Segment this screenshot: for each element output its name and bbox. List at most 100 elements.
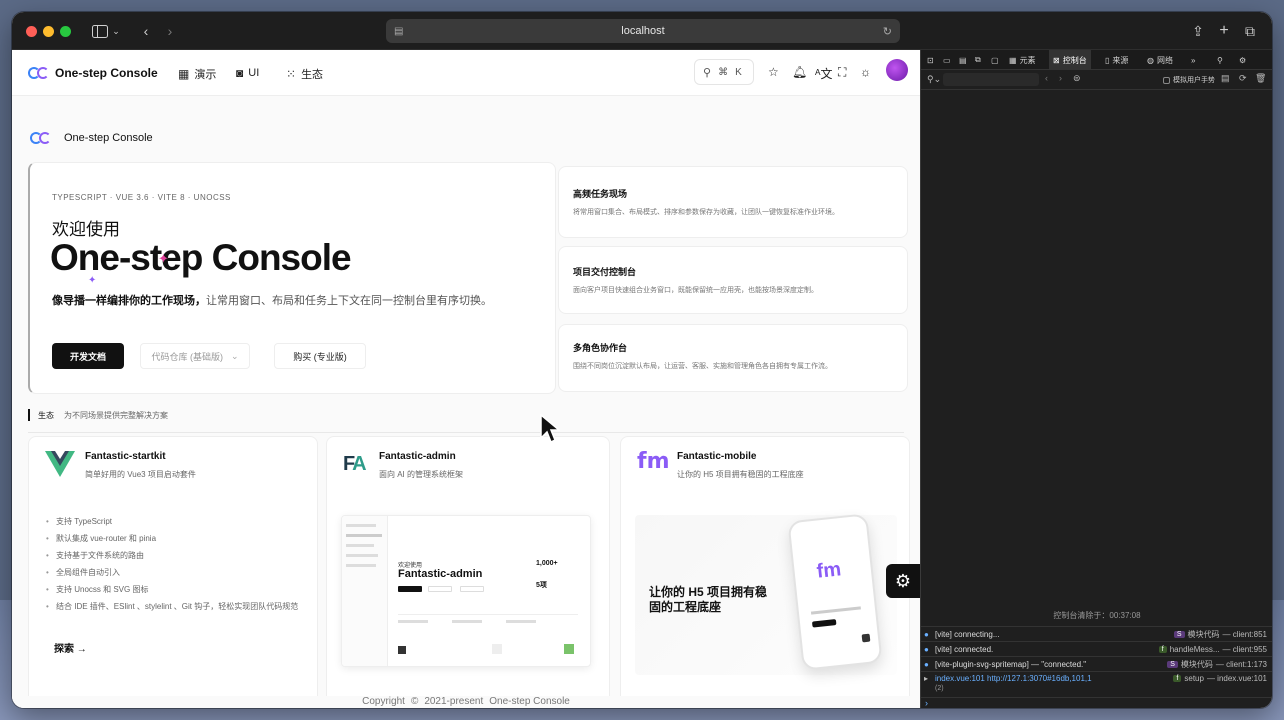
hero-tagline: 像导播一样编排你的工作现场，让常用窗口、布局和任务上下文在同一控制台里有序切换。: [52, 293, 512, 309]
search-icon[interactable]: ⚲: [1217, 50, 1223, 70]
footer-copyright-symbol: ©: [410, 696, 419, 707]
tab-console[interactable]: ⊠ 控制台: [1049, 50, 1091, 70]
address-text: localhost: [621, 25, 665, 37]
filter-icon[interactable]: ⚲⌄: [927, 74, 941, 85]
console-filter-input[interactable]: [943, 73, 1039, 86]
footer-years: 2021-present: [424, 696, 484, 707]
log-text: [vite-plugin-svg-spritemap] — "connected…: [935, 659, 1087, 669]
feature-item: 支持 Unocss 和 SVG 图标: [46, 584, 316, 595]
explore-link[interactable]: 探索 →: [54, 640, 87, 655]
device-toolbar-icon[interactable]: ▭: [943, 50, 951, 70]
user-gesture-checkbox[interactable]: 模拟用户手势: [1163, 75, 1215, 85]
tab-sources[interactable]: ▯ 来源: [1105, 50, 1128, 70]
vue-logo-icon: [45, 451, 75, 477]
console-filterbar: ⚲⌄ ‹ › ⊜ 模拟用户手势 ▤ ⟳ 🗑︎: [921, 70, 1272, 90]
refresh-icon[interactable]: ⟳: [1239, 73, 1247, 84]
footer-brand: One-step Console: [489, 696, 570, 707]
console-icon: ⊠: [1053, 55, 1060, 65]
inspect-icon[interactable]: ⊡: [927, 50, 934, 70]
nav-next-icon[interactable]: ›: [1059, 73, 1062, 83]
settings-gear-button[interactable]: ⚙: [886, 564, 920, 598]
log-icon-blue: ●: [924, 629, 929, 639]
sub-brand-name: One-step Console: [64, 132, 153, 144]
bell-icon[interactable]: 🔔︎: [792, 65, 807, 79]
hero-kicker: TYPESCRIPT · VUE 3.6 · VITE 8 · UNOCSS: [52, 193, 231, 202]
zoom-window-button[interactable]: [60, 26, 71, 37]
product-desc: 简单好用的 Vue3 项目启动套件: [85, 470, 196, 479]
feature-title: 多角色协作台: [573, 343, 628, 353]
elements-icon: ▦: [1009, 55, 1017, 65]
search-button[interactable]: ⚲ ⌘ K: [694, 59, 754, 85]
tab-label: 来源: [1112, 55, 1129, 65]
log-source-chip: f: [1173, 675, 1182, 682]
screen-icon[interactable]: ▢: [991, 50, 999, 70]
tab-label: 控制台: [1062, 55, 1087, 65]
feature-item: 默认集成 vue-router 和 pinia: [46, 533, 316, 544]
repo-label: 代码仓库 (基础版): [151, 351, 223, 362]
theme-icon[interactable]: ☼: [860, 65, 871, 79]
feature-item: 支持 TypeScript: [46, 516, 316, 527]
docs-button[interactable]: 开发文档: [52, 343, 124, 369]
layout-icon[interactable]: ▤: [959, 50, 967, 70]
log-icon[interactable]: ▤: [1221, 73, 1230, 84]
minimize-window-button[interactable]: [43, 26, 54, 37]
log-text[interactable]: index.vue:101 http://127.1:3070#16db,101…: [935, 674, 1092, 683]
sparkle-icon: ✦: [158, 251, 169, 266]
nav-prev-icon[interactable]: ‹: [1045, 73, 1048, 83]
translate-icon[interactable]: ᴬ文: [815, 65, 832, 82]
console-log-row: ● [vite] connected. f handleMess... — clie…: [921, 641, 1272, 656]
nav-ui[interactable]: ◙ UI: [236, 66, 259, 80]
site-footer: Copyright © 2021-present One-step Consol…: [12, 696, 920, 708]
reload-icon[interactable]: ↻: [883, 25, 892, 38]
log-source[interactable]: f setup — index.vue:101: [1173, 674, 1267, 683]
product-desc: 让你的 H5 项目拥有稳固的工程底座: [677, 470, 804, 479]
nav-ecosystem[interactable]: ⁙ 生态: [286, 66, 323, 82]
tagline-bold: 像导播一样编排你的工作现场，: [52, 295, 206, 307]
log-icon-blue: ●: [924, 659, 929, 669]
repo-button[interactable]: 代码仓库 (基础版) ⌄: [140, 343, 250, 369]
log-source[interactable]: f handleMess... — client:955: [1158, 645, 1267, 654]
avatar[interactable]: [886, 59, 908, 81]
fullscreen-icon[interactable]: ⛶: [838, 65, 846, 80]
console-log-row[interactable]: ▸ index.vue:101 http://127.1:3070#16db,1…: [921, 671, 1272, 697]
log-source-chip: S: [1173, 630, 1185, 638]
log-icon-blue: ●: [924, 644, 929, 654]
devtools-panel: ⊡ ▭ ▤ ⧉ ▢ ▦ 元素 ⊠ 控制台 ▯ 来源 ◍ 网络 » ⚲ ⚙ ⚲⌄ ‹ › …: [920, 50, 1272, 708]
sidebar-toggle-icon[interactable]: ⌄: [86, 21, 126, 41]
tab-network[interactable]: ◍ 网络: [1147, 50, 1173, 70]
new-tab-icon[interactable]: +: [1216, 21, 1232, 41]
product-card-admin[interactable]: FA Fantastic-admin 面向 AI 的管理系统框架 欢迎使用 Fa…: [326, 436, 610, 706]
trash-icon[interactable]: 🗑︎: [1255, 73, 1266, 84]
forward-icon[interactable]: ›: [162, 21, 178, 41]
browser-toolbar: ⌄ ‹ › ▤ localhost ↻ ⇪ + ⧉: [12, 12, 1272, 50]
copy-icon[interactable]: ⧉: [975, 50, 981, 70]
nav-demo[interactable]: ▦ 演示: [178, 66, 216, 82]
buy-button[interactable]: 购买 (专业版): [274, 343, 366, 369]
star-icon[interactable]: ☆: [768, 65, 779, 79]
ui-icon: ◙: [236, 66, 244, 80]
close-window-button[interactable]: [26, 26, 37, 37]
more-tabs-icon[interactable]: »: [1191, 50, 1195, 70]
log-source[interactable]: S 模块代码 — client:1:173: [1167, 659, 1267, 670]
share-icon[interactable]: ⇪: [1190, 21, 1206, 41]
ecosystem-desc: 为不同场景提供完整解决方案: [64, 411, 168, 420]
log-source-chip: S: [1167, 660, 1178, 668]
checkbox-label: 模拟用户手势: [1173, 77, 1215, 84]
page-settings-icon[interactable]: ▤: [394, 26, 403, 37]
browser-window: ⌄ ‹ › ▤ localhost ↻ ⇪ + ⧉ One-step Conso…: [12, 12, 1272, 708]
product-card-mobile[interactable]: fm Fantastic-mobile 让你的 H5 项目拥有稳固的工程底座 让…: [620, 436, 910, 706]
log-source[interactable]: S 模块代码 — client:851: [1173, 629, 1267, 640]
address-bar[interactable]: ▤ localhost ↻: [386, 19, 900, 43]
back-icon[interactable]: ‹: [138, 21, 154, 41]
brand-name[interactable]: One-step Console: [55, 66, 158, 80]
tab-elements[interactable]: ▦ 元素: [1009, 50, 1036, 70]
clear-filter-icon[interactable]: ⊜: [1073, 73, 1081, 84]
devtools-settings-icon[interactable]: ⚙: [1239, 50, 1246, 70]
tab-label: 网络: [1156, 55, 1173, 65]
expand-arrow-icon[interactable]: ▸: [924, 674, 928, 683]
console-prompt[interactable]: ›: [921, 697, 1272, 708]
product-name: Fantastic-startkit: [85, 451, 166, 462]
mobile-headline: 让你的 H5 项目拥有稳固的工程底座: [649, 585, 768, 614]
tab-overview-icon[interactable]: ⧉: [1242, 21, 1258, 41]
fm-logo-icon: fm: [637, 449, 670, 474]
